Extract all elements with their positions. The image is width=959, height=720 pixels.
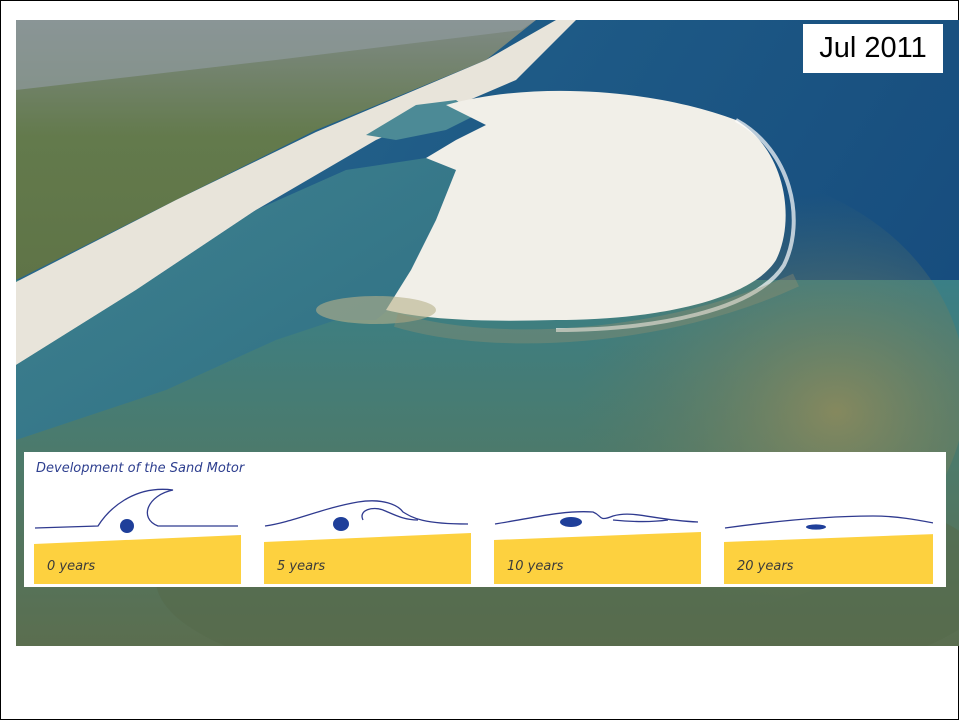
stage-label: 20 years [737, 559, 794, 574]
stage-label: 5 years [277, 559, 326, 574]
stage-10-years: 10 years [493, 480, 703, 584]
stage-label: 0 years [47, 559, 96, 574]
stage-20-years: 20 years [723, 480, 933, 584]
stage-0-years: 0 years [33, 480, 243, 584]
slide-frame: Jul 2011 Development of the Sand Motor 0… [0, 0, 959, 720]
diagram-title: Development of the Sand Motor [36, 461, 245, 476]
stage-5-years: 5 years [263, 480, 473, 584]
date-label: Jul 2011 [803, 24, 943, 73]
stage-label: 10 years [507, 559, 564, 574]
development-diagram: Development of the Sand Motor 0 years 5 … [24, 452, 946, 587]
